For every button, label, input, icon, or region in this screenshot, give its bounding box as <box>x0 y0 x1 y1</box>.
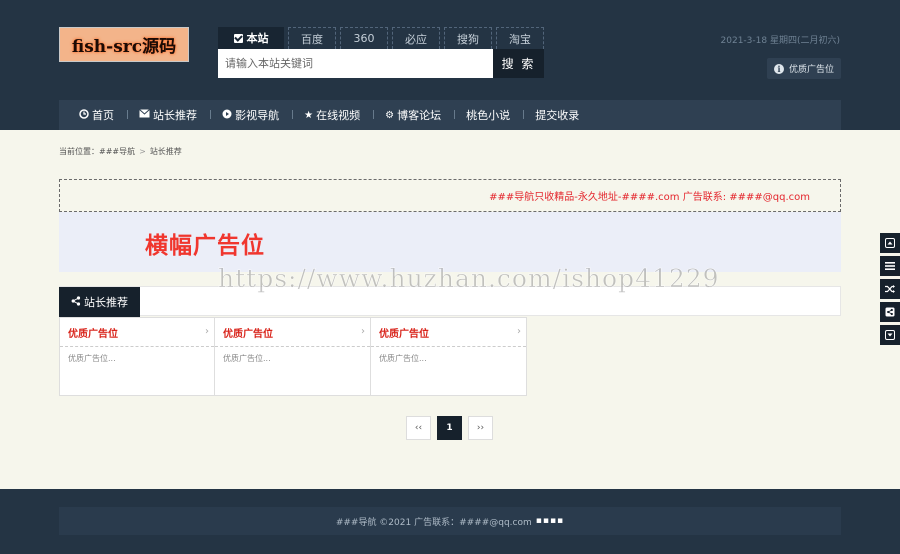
play-circle-icon <box>222 109 232 122</box>
nav-item-blog[interactable]: ⚙ 博客论坛 <box>385 107 441 123</box>
ad-card[interactable]: 优质广告位 › 优质广告位... <box>371 317 527 396</box>
recommend-section-header: 站长推荐 <box>59 286 841 317</box>
search-button[interactable]: 搜 索 <box>493 49 544 78</box>
nav-separator: | <box>126 110 130 120</box>
nav-separator: | <box>372 110 376 120</box>
page-1-button[interactable]: 1 <box>437 416 462 440</box>
breadcrumb: 当前位置：###导航 > 站长推荐 <box>59 147 182 156</box>
nav-item-recommend[interactable]: 站长推荐 <box>139 107 197 123</box>
chevron-right-icon: › <box>361 326 365 337</box>
gear-icon: ⚙ <box>385 109 395 121</box>
nav-item-home[interactable]: 首页 <box>79 107 114 123</box>
footer-dots: ▪▪▪▪ <box>535 516 565 526</box>
share-icon[interactable] <box>880 302 900 322</box>
shuffle-icon[interactable] <box>880 279 900 299</box>
pagination: ‹‹ 1 ›› <box>406 416 499 440</box>
info-icon: i <box>773 63 784 74</box>
card-title: 优质广告位 <box>379 328 429 340</box>
card-title: 优质广告位 <box>223 328 273 340</box>
nav-item-submit[interactable]: 提交收录 <box>535 107 579 123</box>
chevron-right-icon: › <box>517 326 521 337</box>
card-desc: 优质广告位... <box>68 354 116 363</box>
tab-local[interactable]: 本站 <box>218 27 284 49</box>
banner-text: 横幅广告位 <box>145 233 265 259</box>
arrow-down-icon[interactable] <box>880 325 900 345</box>
next-page-button[interactable]: ›› <box>468 416 493 440</box>
prev-page-button[interactable]: ‹‹ <box>406 416 431 440</box>
side-toolbar <box>880 233 900 348</box>
logo-text: fish-src源码 <box>71 37 177 57</box>
nav-separator: | <box>291 110 295 120</box>
search-input[interactable] <box>218 49 493 78</box>
star-icon: ★ <box>304 109 314 121</box>
site-footer: ###导航 ©2021 广告联系：####@qq.com ▪▪▪▪ <box>0 489 900 554</box>
list-icon[interactable] <box>880 256 900 276</box>
premium-ad-button[interactable]: i 优质广告位 <box>767 58 841 79</box>
nav-separator: | <box>209 110 213 120</box>
chevron-right-icon: › <box>205 326 209 337</box>
card-desc: 优质广告位... <box>379 354 427 363</box>
nav-item-movies[interactable]: 影视导航 <box>222 107 279 123</box>
share-icon <box>71 295 81 309</box>
card-title: 优质广告位 <box>68 328 118 340</box>
footer-text: ###导航 ©2021 广告联系：####@qq.com <box>335 517 532 528</box>
ad-card[interactable]: 优质广告位 › 优质广告位... <box>59 317 215 396</box>
card-list: 优质广告位 › 优质广告位... 优质广告位 › 优质广告位... 优质广告位 › 优… <box>59 317 527 396</box>
tab-360[interactable]: 360 <box>340 27 388 49</box>
date-display: 2021-3-18 星期四(二月初六) <box>720 36 840 46</box>
arrow-up-icon[interactable] <box>880 233 900 253</box>
tab-taobao[interactable]: 淘宝 <box>496 27 544 49</box>
banner-ad[interactable]: 横幅广告位 <box>59 212 841 272</box>
ad-card[interactable]: 优质广告位 › 优质广告位... <box>215 317 371 396</box>
breadcrumb-home-link[interactable]: ###导航 <box>99 147 135 156</box>
tab-sogou[interactable]: 搜狗 <box>444 27 492 49</box>
tab-bing[interactable]: 必应 <box>392 27 440 49</box>
nav-item-novels[interactable]: 桃色小说 <box>466 107 510 123</box>
envelope-icon <box>139 109 150 121</box>
notice-bar: ###导航只收精品-永久地址-####.com 广告联系: ####@qq.co… <box>59 179 841 212</box>
section-title: 站长推荐 <box>59 287 140 317</box>
nav-item-video[interactable]: ★ 在线视频 <box>304 107 360 123</box>
breadcrumb-current: 站长推荐 <box>149 147 182 156</box>
nav-separator: | <box>522 110 526 120</box>
footer-bar: ###导航 ©2021 广告联系：####@qq.com ▪▪▪▪ <box>59 507 841 535</box>
nav-separator: | <box>453 110 457 120</box>
search-engine-tabs: 本站 百度 360 必应 搜狗 淘宝 <box>218 27 548 49</box>
tab-baidu[interactable]: 百度 <box>288 27 336 49</box>
check-icon <box>233 33 243 43</box>
card-desc: 优质广告位... <box>223 354 271 363</box>
clock-icon <box>79 108 89 122</box>
notice-text[interactable]: ###导航只收精品-永久地址-####.com 广告联系: ####@qq.co… <box>489 188 810 203</box>
main-nav: 首页 | 站长推荐 | 影视导航 | ★ 在线视频 | ⚙ 博客论坛 | 桃色小说 … <box>59 100 841 130</box>
site-logo[interactable]: fish-src源码 <box>59 27 189 62</box>
